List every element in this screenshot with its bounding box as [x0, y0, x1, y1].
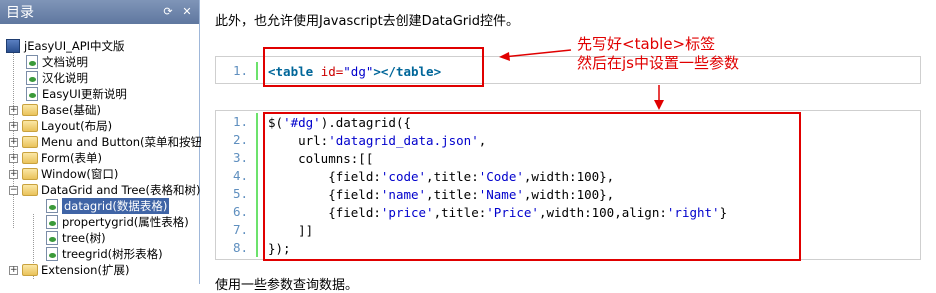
expand-icon[interactable]: + — [9, 169, 18, 179]
toc-item-root[interactable]: jEasyUI_API中文版 — [6, 38, 125, 54]
toc-item-tree[interactable]: tree(树) — [46, 230, 106, 246]
toc-title: 目录 — [6, 5, 34, 21]
toc-item-datagrid[interactable]: datagrid(数据表格) — [46, 198, 170, 214]
toc-item-treegrid[interactable]: treegrid(树形表格) — [46, 246, 163, 262]
toc-item-docs[interactable]: 文档说明 — [26, 54, 88, 70]
arrow-head-datagrid — [654, 100, 664, 110]
folder-open-icon — [22, 184, 38, 196]
folder-icon — [22, 264, 38, 276]
expand-icon[interactable]: + — [9, 265, 18, 275]
toc-item-datagrid-tree[interactable]: − DataGrid and Tree(表格和树) — [9, 182, 200, 198]
toc-item-propertygrid[interactable]: propertygrid(属性表格) — [46, 214, 189, 230]
folder-icon — [22, 104, 38, 116]
expand-icon[interactable]: + — [9, 121, 18, 131]
toc-item-base[interactable]: + Base(基础) — [9, 102, 101, 118]
folder-icon — [22, 136, 38, 148]
folder-icon — [22, 168, 38, 180]
toc-item-menu-button[interactable]: + Menu and Button(菜单和按钮) — [9, 134, 207, 150]
toc-header: 目录 ⟳ ✕ — [0, 0, 199, 24]
page-icon — [46, 247, 58, 261]
expand-icon[interactable]: + — [9, 153, 18, 163]
folder-icon — [22, 152, 38, 164]
content-pane: 此外，也允许使用Javascript去创建DataGrid控件。 1. <tab… — [201, 0, 936, 293]
book-icon — [6, 39, 20, 53]
page-icon — [46, 231, 58, 245]
page-icon — [46, 215, 58, 229]
toc-item-form[interactable]: + Form(表单) — [9, 150, 102, 166]
toc-item-localization[interactable]: 汉化说明 — [26, 70, 88, 86]
page-icon — [26, 71, 38, 85]
page-icon — [46, 199, 58, 213]
page-icon — [26, 55, 38, 69]
annotation-line-2: 然后在js中设置一些参数 — [577, 54, 739, 72]
expand-icon[interactable]: + — [9, 137, 18, 147]
expand-icon[interactable]: + — [9, 105, 18, 115]
toc-item-window[interactable]: + Window(窗口) — [9, 166, 118, 182]
toc-item-extension[interactable]: + Extension(扩展) — [9, 262, 129, 278]
annotation-arrows — [499, 49, 664, 110]
arrow-to-table — [502, 49, 572, 58]
toc-item-changelog[interactable]: EasyUI更新说明 — [26, 86, 127, 102]
annotation-note: 先写好<table>标签 然后在js中设置一些参数 — [577, 35, 739, 73]
toc-item-layout[interactable]: + Layout(布局) — [9, 118, 112, 134]
refresh-icon[interactable]: ⟳ — [160, 4, 176, 20]
folder-icon — [22, 120, 38, 132]
annotation-line-1: 先写好<table>标签 — [577, 35, 716, 53]
toc-tree: jEasyUI_API中文版 文档说明 汉化说明 EasyUI更新说明 + Ba… — [0, 24, 207, 284]
collapse-icon[interactable]: − — [9, 185, 18, 195]
close-icon[interactable]: ✕ — [179, 4, 195, 20]
arrow-head-table — [499, 52, 510, 61]
toc-panel: 目录 ⟳ ✕ jEasyUI_API中文版 文档说明 汉化说明 EasyUI更新… — [0, 0, 207, 284]
page-icon — [26, 87, 38, 101]
